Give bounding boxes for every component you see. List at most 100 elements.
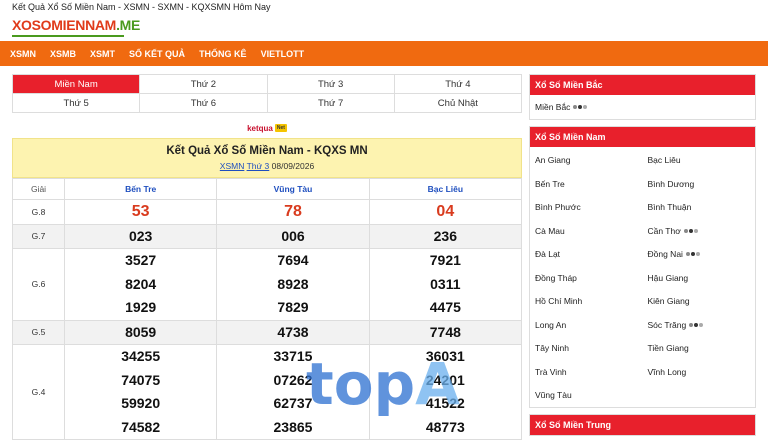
prize-cell: 78 <box>216 199 370 225</box>
sidebar-item-label: Kiên Giang <box>647 296 690 307</box>
sidebar-item-label: Bình Thuận <box>647 202 692 213</box>
sidebar-item-label: Tây Ninh <box>535 343 570 354</box>
ketqua-logo[interactable]: ketqua Net <box>12 118 522 138</box>
sidebar-item[interactable]: Long An <box>530 313 643 337</box>
sidebar-item[interactable]: Cà Mau <box>530 219 643 243</box>
sidebar-item-label: Bạc Liêu <box>647 155 681 166</box>
site-logo[interactable]: XOSOMIENNAM.ME <box>12 17 140 33</box>
logo-part-3: .ME <box>116 17 141 33</box>
prize-number: 236 <box>433 227 457 244</box>
prize-cell: 4738 <box>216 319 370 345</box>
sidebar-item[interactable]: Đà Lạt <box>530 243 643 267</box>
prize-number: 04 <box>436 203 455 220</box>
sidebar-item[interactable]: Bến Tre <box>530 172 643 196</box>
page-title: Kết Quả Xổ Số Miền Nam - XSMN - SXMN - K… <box>12 2 271 12</box>
logo-part-1: XOSO <box>12 17 52 33</box>
sidebar-item-label: Sóc Trăng <box>647 319 687 330</box>
nav-thong-ke[interactable]: THỐNG KÊ <box>199 49 247 59</box>
prize-number: 8204 <box>125 275 157 292</box>
result-title: Kết Quả Xổ Số Miền Nam - KQXS MN <box>166 145 368 157</box>
prize-number: 48773 <box>425 418 465 435</box>
col-province[interactable]: Vũng Tàu <box>216 178 370 200</box>
col-province[interactable]: Bạc Liêu <box>368 178 523 200</box>
sidebar-item-label: Vũng Tàu <box>535 390 572 401</box>
prize-label: G.6 <box>12 248 65 321</box>
nav-vietlott[interactable]: VIETLOTT <box>261 49 305 59</box>
watermark-part-2: A <box>415 350 460 418</box>
sidebar-item-label: Bình Dương <box>647 178 695 189</box>
ketqua-label: ketqua <box>247 123 273 133</box>
tab-chu-nhat[interactable]: Chủ Nhật <box>394 94 522 113</box>
tab-thu-6[interactable]: Thứ 6 <box>140 94 268 113</box>
sidebar-item[interactable]: Bình Thuận <box>643 196 756 220</box>
logo-underline <box>12 35 124 37</box>
sidebar-item[interactable]: Hồ Chí Minh <box>530 290 643 314</box>
table-row: G.6 3527 8204 1929 7694 8928 7829 7921 0311 4475 <box>12 248 523 321</box>
tab-mien-nam[interactable]: Miền Nam <box>13 75 141 94</box>
sidebar-province-grid: An Giang Bạc Liêu Bến Tre Bình Dương Bình Ph… <box>530 147 755 408</box>
prize-number: 8928 <box>277 275 309 292</box>
prize-cell: 34255 74075 59920 74582 <box>63 344 218 440</box>
sidebar-item[interactable]: An Giang <box>530 149 643 173</box>
watermark-logo: topA <box>306 350 460 418</box>
prize-number: 023 <box>128 227 153 244</box>
live-indicator-icon <box>685 252 701 257</box>
col-province[interactable]: Bến Tre <box>63 178 218 200</box>
sidebar-item[interactable]: Vĩnh Long <box>643 360 756 384</box>
nav-xsmt[interactable]: XSMT <box>90 49 115 59</box>
sidebar-item[interactable]: Tây Ninh <box>530 337 643 361</box>
sidebar-item[interactable]: Tiền Giang <box>643 337 756 361</box>
sidebar-item[interactable]: Hậu Giang <box>643 266 756 290</box>
nav-so-ket-qua[interactable]: SỐ KẾT QUẢ <box>129 49 185 59</box>
result-date: 08/09/2026 <box>271 161 315 171</box>
prize-number: 74075 <box>121 371 161 388</box>
prize-cell: 7921 0311 4475 <box>368 248 523 321</box>
day-link[interactable]: Thứ 3 <box>247 161 270 171</box>
col-giai: Giải <box>12 178 65 200</box>
prize-cell: 7748 <box>368 319 523 345</box>
tab-thu-7[interactable]: Thứ 7 <box>267 94 395 113</box>
sidebar-item-label: Đà Lạt <box>535 249 561 260</box>
live-indicator-icon <box>683 228 699 233</box>
sidebar-item[interactable]: Trà Vinh <box>530 360 643 384</box>
sidebar-item-label: Đồng Tháp <box>535 272 577 283</box>
prize-cell: 8059 <box>63 319 218 345</box>
sidebar-item-label: Miền Bắc <box>535 101 571 112</box>
table-row: G.8 53 78 04 <box>12 199 523 225</box>
main-navbar: XSMN XSMB XSMT SỐ KẾT QUẢ THỐNG KÊ VIETL… <box>0 41 768 66</box>
tab-thu-3[interactable]: Thứ 3 <box>267 75 395 94</box>
nav-xsmb[interactable]: XSMB <box>50 49 76 59</box>
nav-xsmn[interactable]: XSMN <box>10 49 36 59</box>
day-tabs: Miền Nam Thứ 2 Thứ 3 Thứ 4 Thứ 5 Thứ 6 T… <box>12 74 522 113</box>
tab-thu-4[interactable]: Thứ 4 <box>394 75 522 94</box>
prize-label: G.4 <box>12 344 65 440</box>
sidebar-item[interactable]: Vũng Tàu <box>530 384 643 408</box>
sidebar-item-label: Cần Thơ <box>647 225 681 236</box>
prize-number: 74582 <box>121 418 161 435</box>
prize-number: 006 <box>281 227 305 244</box>
watermark-part-1: top <box>306 350 416 418</box>
prize-number: 34255 <box>121 348 161 364</box>
sidebar-item-label: An Giang <box>535 155 571 166</box>
tab-thu-5[interactable]: Thứ 5 <box>13 94 141 113</box>
prize-number: 4475 <box>429 299 461 315</box>
prize-number: 7694 <box>277 252 309 268</box>
sidebar-item-label: Trà Vinh <box>535 366 567 377</box>
sidebar-item[interactable]: Sóc Trăng <box>643 313 756 337</box>
xsmn-link[interactable]: XSMN <box>220 161 245 171</box>
sidebar-item[interactable]: Đồng Nai <box>643 243 756 267</box>
sidebar-item[interactable]: Bạc Liêu <box>643 149 756 173</box>
prize-label: G.8 <box>12 199 65 225</box>
sidebar-heading: Xổ Số Miền Bắc <box>530 75 755 95</box>
sidebar-item-label: Đồng Nai <box>647 249 683 260</box>
sidebar-item[interactable]: Cần Thơ <box>643 219 756 243</box>
sidebar-item[interactable]: Bình Phước <box>530 196 643 220</box>
sidebar-item-label: Vĩnh Long <box>647 366 687 377</box>
tab-thu-2[interactable]: Thứ 2 <box>140 75 268 94</box>
ketqua-badge: Net <box>274 124 287 132</box>
sidebar-item[interactable]: Bình Dương <box>643 172 756 196</box>
prize-cell: 53 <box>63 199 218 225</box>
sidebar-item[interactable]: Đồng Tháp <box>530 266 643 290</box>
sidebar-item[interactable]: Miền Bắc <box>530 95 755 119</box>
sidebar-item[interactable]: Kiên Giang <box>643 290 756 314</box>
